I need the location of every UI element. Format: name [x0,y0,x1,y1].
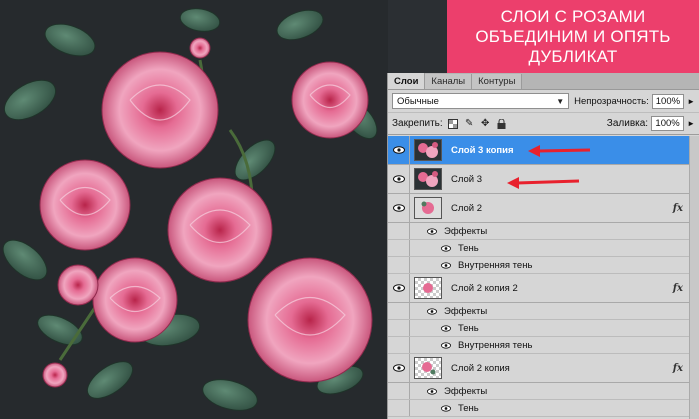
banner-line-2: ОБЪЕДИНИМ И ОПЯТЬ [475,26,671,46]
eye-column [388,257,410,273]
layer-name: Слой 2 копия [451,362,510,374]
annotation-arrow-icon [507,177,580,189]
layer-thumbnail [414,139,442,161]
effects-label: Эффекты [444,305,488,317]
layer-row[interactable]: Слой 2 копия 2 fx ▼ [388,274,699,303]
visibility-eye-icon[interactable] [426,307,438,315]
visibility-eye-icon[interactable] [426,387,438,395]
fx-icon[interactable]: fx [673,363,683,374]
fill-field[interactable]: 100% [651,116,685,131]
eye-column [388,320,410,336]
layer-name: Слой 2 [451,202,483,214]
effect-row[interactable]: Тень [388,400,699,417]
visibility-eye-icon[interactable] [388,136,410,164]
blend-mode-select[interactable]: Обычные ▼ [392,93,570,109]
lock-row: Закрепить: ✎ ✥ Заливка: 100% ► [388,113,699,135]
visibility-eye-icon[interactable] [388,165,410,193]
blend-mode-value: Обычные [397,95,439,107]
lock-move-icon[interactable]: ✥ [480,118,491,129]
banner-line-3: ДУБЛИКАТ [528,46,618,66]
tab-layers[interactable]: Слои [388,73,426,89]
fx-icon[interactable]: fx [673,283,683,294]
opacity-label: Непрозрачность: [574,95,649,107]
visibility-eye-icon[interactable] [388,194,410,222]
visibility-eye-icon[interactable] [440,341,452,349]
annotation-arrow-icon [528,145,591,157]
layer-name: Слой 3 копия [451,144,514,156]
lock-label: Закрепить: [392,118,443,129]
layers-scrollbar[interactable] [689,136,699,419]
opacity-field[interactable]: 100% [651,93,685,109]
effect-label: Внутренняя тень [458,339,533,351]
layer-thumbnail [414,357,442,379]
eye-column [388,240,410,256]
eye-column [388,303,410,319]
layer-name: Слой 2 копия 2 [451,282,518,294]
visibility-eye-icon[interactable] [440,261,452,269]
visibility-eye-icon[interactable] [388,354,410,382]
effect-label: Тень [458,402,479,414]
canvas-artwork [0,0,388,419]
roses-image [0,0,388,419]
title-banner: СЛОИ С РОЗАМИ ОБЪЕДИНИМ И ОПЯТЬ ДУБЛИКАТ [447,0,699,73]
eye-column [388,223,410,239]
effects-label: Эффекты [444,385,488,397]
eye-column [388,400,410,416]
effects-label: Эффекты [444,225,488,237]
eye-column [388,337,410,353]
effect-row[interactable]: Тень [388,320,699,337]
layer-thumbnail [414,197,442,219]
banner-line-1: СЛОИ С РОЗАМИ [500,6,646,26]
effect-label: Внутренняя тень [458,259,533,271]
eye-column [388,383,410,399]
effect-label: Тень [458,242,479,254]
fill-slider-arrow-icon[interactable]: ► [687,119,695,128]
blend-row: Обычные ▼ Непрозрачность: 100% ► [388,90,699,113]
visibility-eye-icon[interactable] [388,274,410,302]
visibility-eye-icon[interactable] [440,404,452,412]
layers-panel: Слои Каналы Контуры Обычные ▼ Непрозрачн… [387,73,699,419]
layer-name: Слой 3 [451,173,483,185]
effect-label: Тень [458,322,479,334]
visibility-eye-icon[interactable] [440,324,452,332]
panel-tabs: Слои Каналы Контуры [388,73,699,90]
effects-row[interactable]: Эффекты [388,383,699,400]
tab-paths[interactable]: Контуры [472,74,523,89]
effect-row[interactable]: Внутренняя тень [388,257,699,274]
visibility-eye-icon[interactable] [426,227,438,235]
layer-thumbnail [414,168,442,190]
visibility-eye-icon[interactable] [440,244,452,252]
effects-row[interactable]: Эффекты [388,223,699,240]
effect-row[interactable]: Внутренняя тень [388,337,699,354]
fx-icon[interactable]: fx [673,203,683,214]
effects-row[interactable]: Эффекты [388,303,699,320]
opacity-slider-arrow-icon[interactable]: ► [687,97,695,106]
tab-channels[interactable]: Каналы [425,74,473,89]
lock-brush-icon[interactable]: ✎ [464,118,475,129]
lock-all-icon[interactable] [496,118,507,129]
effect-row[interactable]: Тень [388,240,699,257]
layer-row[interactable]: Слой 2 копия fx ▼ [388,354,699,383]
layer-row[interactable]: Слой 2 fx ▼ [388,194,699,223]
chevron-down-icon: ▼ [556,96,565,106]
fill-label: Заливка: [606,118,649,129]
layer-thumbnail [414,277,442,299]
lock-transparency-icon[interactable] [448,118,459,129]
